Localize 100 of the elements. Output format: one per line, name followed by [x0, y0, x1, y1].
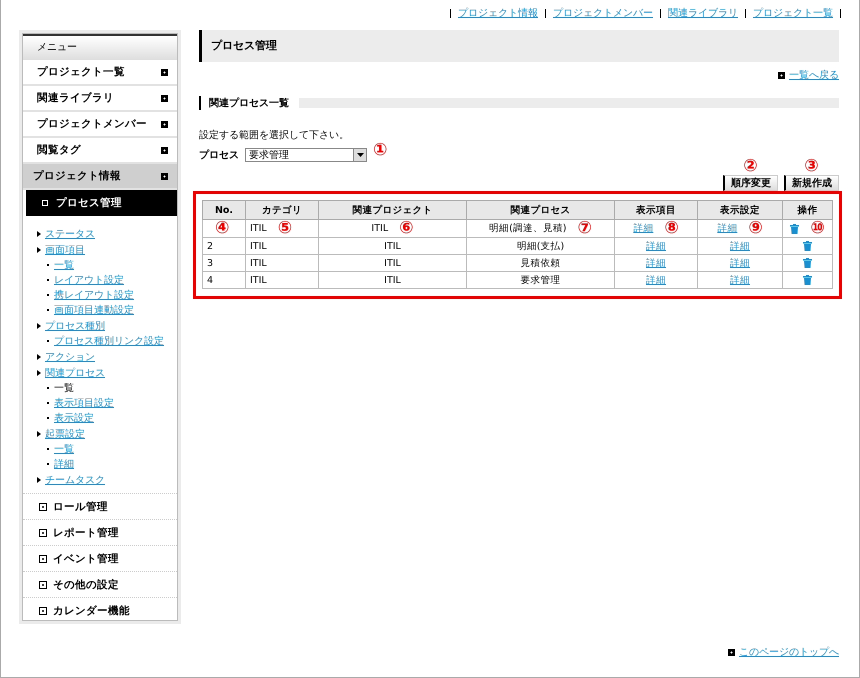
tree-link[interactable]: レイアウト設定 — [54, 272, 124, 286]
triangle-icon — [37, 230, 41, 236]
top-nav-link[interactable]: 関連ライブラリ — [668, 6, 738, 20]
trash-icon[interactable] — [803, 274, 812, 285]
cell-text: 2 — [207, 240, 214, 252]
menu-item[interactable]: カレンダー機能 — [23, 597, 177, 623]
triangle-icon — [37, 430, 41, 436]
cell-text: 見積依頼 — [520, 258, 560, 268]
cell-text: ITIL — [250, 258, 267, 268]
box-icon — [39, 580, 47, 588]
box-icon — [39, 502, 47, 510]
active-menu-item[interactable]: プロセス管理 — [26, 190, 177, 216]
back-link[interactable]: 一覧へ戻る — [789, 68, 839, 82]
cell-text: ITIL — [384, 240, 401, 252]
tree-link[interactable]: 一覧 — [54, 442, 74, 456]
callout-number: ① — [373, 142, 388, 158]
menu-item[interactable]: その他の設定 — [23, 571, 177, 597]
process-dropdown[interactable]: 要求管理 — [245, 148, 367, 162]
bullet-icon — [728, 648, 735, 656]
callout-number: ② — [743, 158, 758, 175]
nav-item[interactable]: 関連ライブラリ — [23, 86, 177, 112]
top-nav-link[interactable]: プロジェクト一覧 — [753, 6, 833, 20]
callout-number: ⑩ — [810, 218, 825, 238]
tree-link[interactable]: 携レイアウト設定 — [54, 288, 134, 302]
menu-header: メニュー — [23, 34, 177, 60]
tree-link[interactable]: 一覧 — [54, 380, 74, 394]
tree-link[interactable]: 画面項目 — [45, 242, 85, 256]
field-label: プロセス — [199, 148, 239, 162]
cell-text: 明細(支払) — [516, 240, 564, 252]
cell-text: ITIL — [384, 258, 401, 268]
tree-link[interactable]: 起票設定 — [45, 426, 85, 440]
bullet-icon — [161, 68, 168, 76]
column-header: カテゴリ — [246, 200, 318, 220]
callout-number: ④ — [215, 218, 230, 238]
nav-item[interactable]: プロジェクトメンバー — [23, 112, 177, 138]
instruction-text: 設定する範囲を選択して下さい。 — [199, 128, 350, 142]
bullet-icon — [161, 120, 168, 128]
cell-text: 要求管理 — [520, 274, 560, 286]
callout-number: ⑧ — [664, 218, 679, 238]
cell-text: 明細(調達、見積) — [489, 223, 566, 234]
action-button[interactable]: 新規作成 — [784, 175, 839, 191]
tree-link[interactable]: 表示設定 — [54, 410, 94, 424]
tree-link[interactable]: 関連プロセス — [45, 366, 105, 380]
nav-item[interactable]: プロジェクト情報 — [23, 164, 177, 190]
detail-link[interactable]: 詳細 — [730, 240, 750, 252]
detail-link[interactable]: 詳細 — [730, 258, 750, 268]
detail-link[interactable]: 詳細 — [646, 258, 666, 268]
trash-icon[interactable] — [803, 258, 812, 268]
callout-number: ⑦ — [578, 218, 592, 238]
trash-icon[interactable] — [803, 240, 812, 251]
callout-number: ③ — [804, 158, 819, 175]
tree-link[interactable]: チームタスク — [45, 472, 105, 486]
cell-text: ITIL — [384, 274, 401, 286]
bullet-icon — [161, 146, 168, 154]
cell-text: ITIL — [250, 240, 267, 252]
column-header: No. — [202, 200, 246, 220]
box-icon — [39, 528, 47, 536]
cell-text: ITIL — [250, 223, 267, 234]
column-header: 表示項目 — [614, 200, 698, 220]
tree-link[interactable]: アクション — [45, 350, 95, 364]
tree-link[interactable]: プロセス種別リンク設定 — [54, 334, 164, 348]
triangle-icon — [37, 322, 41, 328]
tree-link[interactable]: プロセス種別 — [45, 318, 105, 332]
detail-link[interactable]: 詳細 — [646, 240, 666, 252]
callout-number: ⑨ — [748, 218, 763, 238]
triangle-icon — [37, 246, 41, 252]
triangle-icon — [37, 476, 41, 482]
section-title: 関連プロセス一覧 — [199, 96, 289, 110]
detail-link[interactable]: 詳細 — [633, 223, 654, 234]
tree-link[interactable]: 詳細 — [54, 456, 74, 470]
box-icon — [39, 554, 47, 562]
cell-text: ITIL — [371, 223, 388, 234]
detail-link[interactable]: 詳細 — [717, 223, 738, 234]
bullet-icon — [161, 94, 168, 102]
bullet-icon — [161, 172, 168, 180]
cell-text: ITIL — [250, 274, 267, 286]
column-header: 関連プロジェクト — [318, 200, 466, 220]
triangle-icon — [37, 370, 41, 376]
callout-number: ⑥ — [399, 218, 414, 238]
menu-item[interactable]: ロール管理 — [23, 493, 177, 519]
bullet-icon — [778, 72, 785, 78]
trash-icon[interactable] — [790, 224, 800, 234]
tree-link[interactable]: ステータス — [45, 226, 95, 240]
top-nav-link[interactable]: プロジェクトメンバー — [553, 6, 653, 20]
top-nav-link[interactable]: プロジェクト情報 — [458, 6, 538, 20]
detail-link[interactable]: 詳細 — [646, 274, 666, 286]
page-top-link[interactable]: このページのトップへ — [739, 645, 839, 659]
column-header: 表示設定 — [698, 200, 782, 220]
menu-item[interactable]: レポート管理 — [23, 519, 177, 545]
action-button[interactable]: 順序変更 — [723, 175, 778, 191]
triangle-icon — [37, 354, 41, 360]
tree-link[interactable]: 画面項目連動設定 — [54, 302, 134, 316]
tree-link[interactable]: 一覧 — [54, 258, 74, 272]
menu-item[interactable]: イベント管理 — [23, 545, 177, 571]
callout-number: ⑤ — [278, 218, 292, 238]
tree-link[interactable]: 表示項目設定 — [54, 396, 114, 410]
column-header: 操作 — [782, 200, 832, 220]
nav-item[interactable]: プロジェクト一覧 — [23, 60, 177, 86]
detail-link[interactable]: 詳細 — [730, 274, 750, 286]
box-icon — [39, 606, 47, 614]
